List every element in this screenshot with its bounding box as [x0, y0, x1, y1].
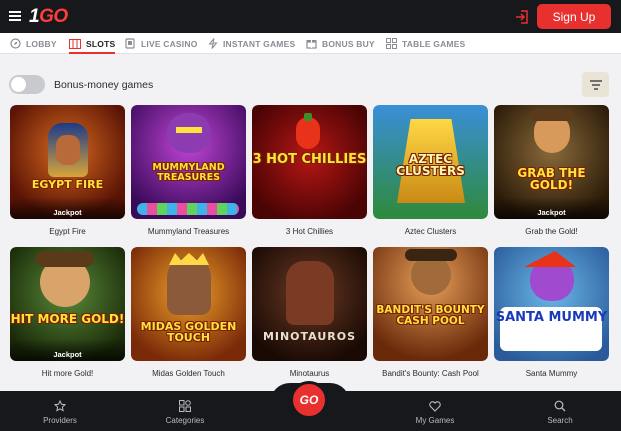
game-thumbnail: GRAB THE GOLD! Jackpot	[494, 105, 609, 219]
filter-button[interactable]	[582, 72, 609, 97]
game-art-title: HIT MORE GOLD!	[10, 312, 125, 326]
game-thumbnail: SANTA MUMMY	[494, 247, 609, 361]
game-tile[interactable]: 3 HOT CHILLIES	[252, 105, 367, 219]
game-tile[interactable]: BANDIT'S BOUNTY CASH POOL	[373, 247, 488, 361]
game-art-title: MINOTAUROS	[262, 330, 357, 343]
game-name[interactable]: Aztec Clusters	[373, 227, 488, 236]
gift-icon	[306, 40, 317, 49]
providers-label: Providers	[43, 416, 77, 425]
menu-icon[interactable]	[9, 11, 21, 21]
game-name[interactable]: 3 Hot Chillies	[252, 227, 367, 236]
bottom-nav-providers[interactable]: Providers	[40, 391, 80, 431]
lightning-icon	[208, 38, 218, 49]
game-tile[interactable]: SANTA MUMMY	[494, 247, 609, 361]
game-name[interactable]: Hit more Gold!	[10, 369, 125, 378]
bonus-money-label: Bonus-money games	[54, 79, 154, 91]
game-thumbnail: BANDIT'S BOUNTY CASH POOL	[373, 247, 488, 361]
search-label: Search	[547, 416, 573, 425]
filter-icon	[589, 79, 602, 90]
game-name[interactable]: Minotaurus	[252, 369, 367, 378]
game-name[interactable]: Midas Golden Touch	[131, 369, 246, 378]
search-icon	[554, 400, 566, 412]
bonus-money-toggle[interactable]	[9, 75, 45, 94]
jackpot-badge: Jackpot	[10, 339, 125, 361]
game-art-title: GRAB THE GOLD!	[517, 166, 586, 192]
game-art-title: EGYPT FIRE	[31, 178, 104, 191]
game-thumbnail: MUMMYLAND TREASURES	[131, 105, 246, 219]
tab-lobby-label: LOBBY	[26, 38, 57, 49]
grid-icon	[386, 38, 397, 49]
game-tile[interactable]: MUMMYLAND TREASURES	[131, 105, 246, 219]
game-thumbnail: MIDAS GOLDEN TOUCH	[131, 247, 246, 361]
login-icon[interactable]	[514, 9, 530, 25]
jackpot-badge: Jackpot	[494, 197, 609, 219]
categories-label: Categories	[165, 416, 205, 425]
logo-accent: GO	[39, 6, 68, 27]
tab-bonus-buy-label: BONUS BUY	[322, 38, 375, 49]
tab-slots-label: SLOTS	[86, 38, 116, 49]
game-art-title: BANDIT'S BOUNTY CASH POOL	[376, 304, 485, 327]
tab-bonus-buy[interactable]: BONUS BUY	[306, 33, 375, 54]
game-name[interactable]: Bandit's Bounty: Cash Pool	[373, 369, 488, 378]
jackpot-badge: Jackpot	[10, 197, 125, 219]
bottom-nav-my-games[interactable]: My Games	[410, 391, 460, 431]
bottom-nav-search[interactable]: Search	[540, 391, 580, 431]
game-name[interactable]: Egypt Fire	[10, 227, 125, 236]
tab-slots[interactable]: SLOTS	[69, 33, 116, 54]
heart-icon	[429, 401, 441, 412]
game-tile[interactable]: EGYPT FIRE Jackpot	[10, 105, 125, 219]
game-name[interactable]: Santa Mummy	[494, 369, 609, 378]
game-art-title: AZTEC CLUSTERS	[396, 152, 465, 178]
game-art-title: SANTA MUMMY	[495, 310, 608, 325]
cards-icon	[125, 38, 135, 49]
tab-lobby[interactable]: LOBBY	[10, 33, 57, 54]
tab-live-casino[interactable]: LIVE CASINO	[125, 33, 198, 54]
game-name[interactable]: Mummyland Treasures	[131, 227, 246, 236]
game-art-title: MUMMYLAND TREASURES	[152, 162, 225, 183]
game-tile[interactable]: GRAB THE GOLD! Jackpot	[494, 105, 609, 219]
slot-machine-icon	[69, 38, 81, 49]
game-tile[interactable]: MINOTAUROS	[252, 247, 367, 361]
categories-icon	[179, 400, 191, 412]
tab-instant-games-label: INSTANT GAMES	[223, 38, 296, 49]
game-tile[interactable]: MIDAS GOLDEN TOUCH	[131, 247, 246, 361]
go-button[interactable]: GO	[290, 381, 328, 419]
tab-live-casino-label: LIVE CASINO	[141, 38, 198, 49]
bottom-nav-categories[interactable]: Categories	[160, 391, 210, 431]
compass-icon	[10, 38, 21, 49]
game-name[interactable]: Grab the Gold!	[494, 227, 609, 236]
tab-table-games-label: TABLE GAMES	[402, 38, 466, 49]
game-thumbnail: MINOTAUROS	[252, 247, 367, 361]
logo-text: 1	[29, 6, 40, 27]
tab-table-games[interactable]: TABLE GAMES	[386, 33, 465, 54]
game-art-title: 3 HOT CHILLIES	[252, 152, 367, 167]
category-tabs: LOBBY SLOTS LIVE CASINO INSTANT GAMES BO…	[0, 33, 621, 54]
site-logo[interactable]: 1GO	[29, 6, 68, 28]
toggle-knob	[11, 77, 26, 92]
top-header: 1GO Sign Up	[0, 0, 621, 33]
game-thumbnail: HIT MORE GOLD! Jackpot	[10, 247, 125, 361]
star-icon	[54, 400, 66, 412]
signup-button[interactable]: Sign Up	[537, 4, 611, 29]
my-games-label: My Games	[415, 416, 455, 425]
game-thumbnail: AZTEC CLUSTERS	[373, 105, 488, 219]
game-tile[interactable]: AZTEC CLUSTERS	[373, 105, 488, 219]
game-thumbnail: 3 HOT CHILLIES	[252, 105, 367, 219]
game-tile[interactable]: HIT MORE GOLD! Jackpot	[10, 247, 125, 361]
tab-instant-games[interactable]: INSTANT GAMES	[208, 33, 295, 54]
game-thumbnail: EGYPT FIRE Jackpot	[10, 105, 125, 219]
game-art-title: MIDAS GOLDEN TOUCH	[140, 320, 237, 344]
